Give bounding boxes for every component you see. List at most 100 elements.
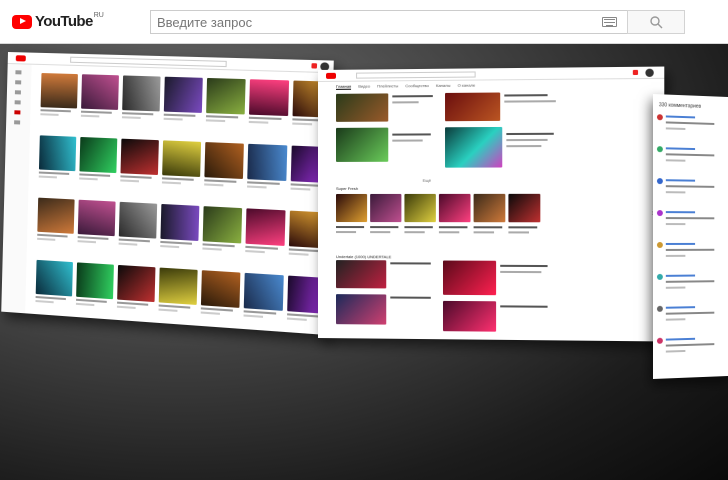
- video-card[interactable]: [79, 137, 117, 181]
- video-card[interactable]: [201, 270, 241, 316]
- video-card[interactable]: [202, 206, 242, 252]
- video-card[interactable]: [162, 140, 201, 185]
- search-button[interactable]: [627, 10, 685, 34]
- video-thumbnail[interactable]: [404, 194, 435, 222]
- logo-region: RU: [94, 12, 104, 19]
- tab-home[interactable]: Главная: [336, 84, 351, 90]
- commenter-avatar[interactable]: [657, 306, 663, 312]
- video-thumbnail[interactable]: [204, 142, 244, 179]
- video-thumbnail[interactable]: [249, 79, 289, 116]
- more-link[interactable]: Ещё: [423, 178, 431, 183]
- video-thumbnail[interactable]: [245, 208, 285, 246]
- commenter-avatar[interactable]: [657, 146, 663, 152]
- video-thumbnail[interactable]: [36, 260, 73, 297]
- video-thumbnail[interactable]: [336, 128, 388, 162]
- video-thumbnail[interactable]: [203, 206, 242, 243]
- video-card[interactable]: [40, 73, 78, 117]
- video-thumbnail[interactable]: [120, 139, 158, 175]
- commenter-avatar[interactable]: [657, 274, 663, 280]
- video-card[interactable]: [204, 142, 244, 187]
- commenter-avatar[interactable]: [657, 178, 663, 184]
- screenshot-panel-comments: 330 комментариев: [653, 94, 728, 379]
- video-thumbnail[interactable]: [206, 78, 246, 115]
- video-card[interactable]: [244, 273, 284, 319]
- video-thumbnail[interactable]: [336, 260, 386, 288]
- video-thumbnail[interactable]: [336, 93, 388, 121]
- video-card[interactable]: [119, 202, 158, 247]
- video-thumbnail[interactable]: [41, 73, 78, 108]
- video-thumbnail[interactable]: [39, 135, 76, 171]
- video-thumbnail[interactable]: [117, 265, 155, 302]
- video-thumbnail[interactable]: [119, 202, 157, 239]
- commenter-avatar[interactable]: [657, 242, 663, 248]
- screenshot-panel-video-grid: [1, 52, 334, 335]
- video-thumbnail[interactable]: [443, 301, 496, 332]
- video-card[interactable]: [249, 79, 289, 124]
- video-thumbnail[interactable]: [164, 77, 203, 113]
- video-thumbnail[interactable]: [244, 273, 284, 311]
- video-card[interactable]: [78, 200, 116, 245]
- mini-header: [318, 67, 664, 82]
- video-card[interactable]: [159, 268, 198, 314]
- mini-search-input: [356, 71, 476, 78]
- video-thumbnail[interactable]: [443, 261, 496, 296]
- video-card[interactable]: [76, 262, 114, 307]
- video-thumbnail[interactable]: [81, 74, 119, 110]
- video-thumbnail[interactable]: [201, 270, 240, 308]
- tab-playlists[interactable]: Плейлисты: [377, 83, 398, 89]
- video-thumbnail[interactable]: [159, 268, 198, 305]
- mini-sidebar: [1, 64, 31, 313]
- section-heading: Undertale (1000) UNDERTALE: [336, 254, 391, 259]
- channel-tabs: Главная Видео Плейлисты Сообщество Канал…: [336, 83, 475, 90]
- video-thumbnail[interactable]: [439, 194, 471, 222]
- youtube-logo-icon: [12, 15, 32, 29]
- video-card[interactable]: [164, 77, 203, 122]
- commenter-avatar[interactable]: [657, 338, 663, 344]
- video-thumbnail[interactable]: [162, 140, 201, 177]
- section-heading: Super Fresh: [336, 186, 358, 191]
- tab-videos[interactable]: Видео: [358, 84, 370, 90]
- comments-list: [653, 94, 728, 97]
- tab-about[interactable]: О канале: [458, 83, 476, 89]
- video-thumbnail[interactable]: [445, 92, 500, 121]
- mini-header: [8, 52, 334, 73]
- video-thumbnail[interactable]: [474, 194, 506, 222]
- search-placeholder: Введите запрос: [157, 15, 252, 30]
- search-input[interactable]: Введите запрос: [150, 10, 627, 34]
- video-thumbnail[interactable]: [445, 127, 502, 168]
- video-thumbnail[interactable]: [160, 204, 199, 241]
- youtube-logo[interactable]: YouTube RU: [12, 13, 104, 30]
- video-thumbnail[interactable]: [78, 200, 116, 237]
- video-card[interactable]: [39, 135, 77, 179]
- mini-bell-icon: [633, 70, 638, 75]
- video-thumbnail[interactable]: [79, 137, 117, 173]
- video-card[interactable]: [160, 204, 199, 249]
- video-thumbnail[interactable]: [336, 194, 367, 222]
- video-thumbnail-grid: [35, 73, 333, 322]
- video-card[interactable]: [206, 78, 246, 123]
- video-card[interactable]: [120, 139, 159, 184]
- video-thumbnail[interactable]: [336, 294, 386, 324]
- screenshot-panel-channel-home: Главная Видео Плейлисты Сообщество Канал…: [318, 67, 664, 342]
- keyboard-icon[interactable]: [602, 17, 617, 27]
- tab-community[interactable]: Сообщество: [405, 83, 429, 89]
- mini-avatar: [645, 69, 653, 77]
- video-card[interactable]: [81, 74, 119, 118]
- video-card[interactable]: [37, 198, 75, 242]
- video-card[interactable]: [35, 260, 72, 305]
- video-card[interactable]: [247, 144, 287, 190]
- commenter-avatar[interactable]: [657, 114, 663, 120]
- tab-channels[interactable]: Каналы: [436, 83, 450, 89]
- logo-text: YouTube: [35, 13, 93, 30]
- video-card[interactable]: [122, 75, 161, 119]
- video-card[interactable]: [245, 208, 285, 254]
- youtube-header: YouTube RU Введите запрос: [0, 0, 728, 44]
- video-thumbnail[interactable]: [37, 198, 74, 234]
- video-thumbnail[interactable]: [247, 144, 287, 181]
- video-thumbnail[interactable]: [508, 194, 540, 222]
- commenter-avatar[interactable]: [657, 210, 663, 216]
- video-thumbnail[interactable]: [76, 262, 114, 299]
- video-thumbnail[interactable]: [122, 75, 160, 111]
- video-thumbnail[interactable]: [370, 194, 401, 222]
- video-card[interactable]: [117, 265, 156, 310]
